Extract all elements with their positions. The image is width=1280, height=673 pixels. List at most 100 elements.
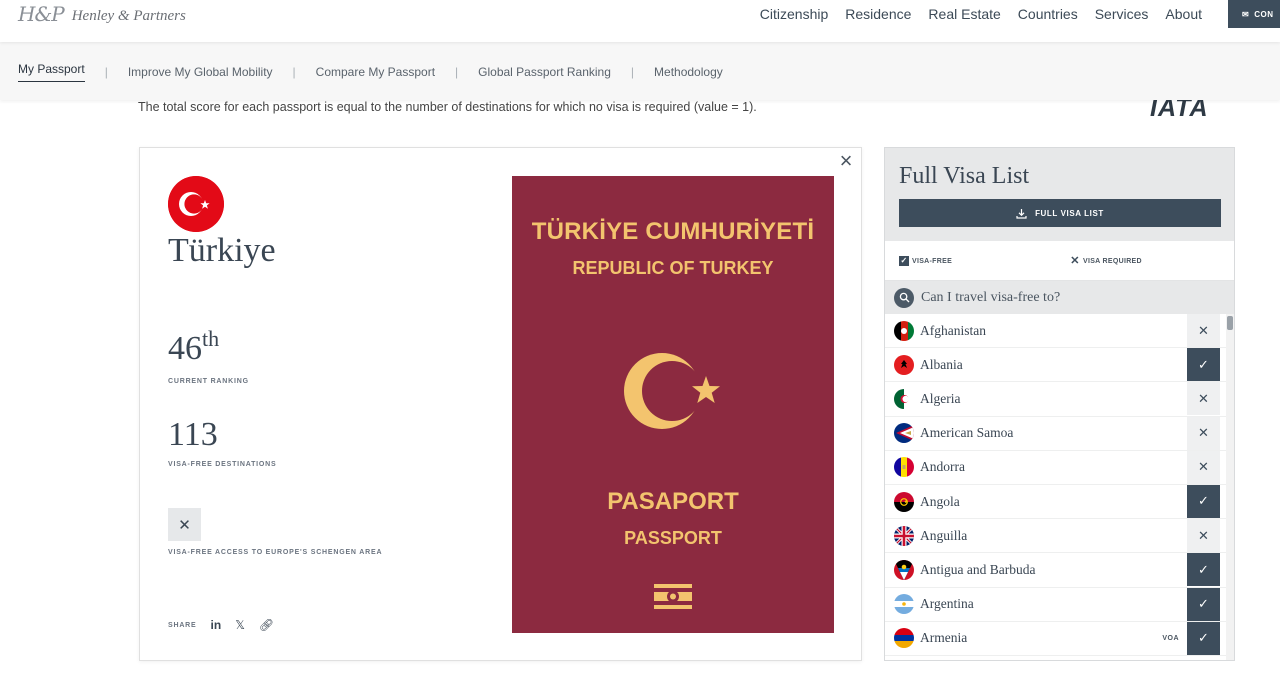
destination-search-input[interactable] <box>921 289 1201 306</box>
andorra-flag-icon <box>894 457 914 478</box>
visa-list-panel: Full Visa List FULL VISA LIST ✓ VISA-FRE… <box>884 147 1235 661</box>
share-bar: SHARE in 𝕏 🔗︎ <box>168 618 274 632</box>
antigua-and-barbuda-flag-icon <box>894 559 914 580</box>
logo-text: Henley & Partners <box>71 7 186 24</box>
share-label: SHARE <box>168 621 197 629</box>
argentina-flag-icon <box>894 594 914 615</box>
list-item[interactable]: Argentina ✓ <box>885 587 1228 622</box>
visa-free-icon: ✓ <box>1187 484 1220 518</box>
afghanistan-flag-icon <box>894 320 914 341</box>
visa-free-icon: ✓ <box>1187 587 1220 621</box>
list-item[interactable]: Afghanistan ✕ <box>885 314 1228 349</box>
download-icon <box>1016 208 1027 219</box>
list-item[interactable]: Angola ✓ <box>885 484 1228 520</box>
link-icon[interactable]: 🔗︎ <box>259 618 274 632</box>
main-nav: Citizenship Residence Real Estate Countr… <box>743 6 1202 22</box>
country-list: Afghanistan ✕ Albania ✓ Algeria ✕ Americ… <box>885 314 1228 660</box>
list-item[interactable]: Antigua and Barbuda ✓ <box>885 553 1228 588</box>
list-item[interactable]: American Samoa ✕ <box>885 416 1228 451</box>
x-icon: ✕ <box>1070 255 1080 267</box>
passport-card: × Türkiye 46th CURRENT RANKING 113 VISA-… <box>139 147 862 661</box>
algeria-flag-icon <box>894 388 914 409</box>
nav-services[interactable]: Services <box>1095 6 1149 22</box>
armenia-flag-icon <box>894 628 914 649</box>
subnav-compare-passport[interactable]: | Compare My Passport <box>273 62 436 82</box>
nav-about[interactable]: About <box>1165 6 1202 22</box>
country-name: Afghanistan <box>920 322 986 338</box>
country-name: Algeria <box>920 390 961 406</box>
nav-citizenship[interactable]: Citizenship <box>760 6 828 22</box>
angola-flag-icon <box>894 491 914 512</box>
close-icon[interactable]: × <box>835 150 857 172</box>
subnav-improve-mobility[interactable]: | Improve My Global Mobility <box>85 62 273 82</box>
cover-line-4: PASSPORT <box>624 528 722 548</box>
subnav-methodology[interactable]: | Methodology <box>611 62 723 82</box>
country-name: Albania <box>920 356 963 372</box>
anguilla-flag-icon <box>894 525 914 546</box>
download-label: FULL VISA LIST <box>1035 208 1104 218</box>
download-visa-list-button[interactable]: FULL VISA LIST <box>899 199 1221 227</box>
country-name: American Samoa <box>920 425 1014 441</box>
logo-mark: H&P <box>18 2 65 26</box>
ranking-label: CURRENT RANKING <box>168 378 249 385</box>
subnav-my-passport[interactable]: My Passport <box>18 62 85 82</box>
legend: ✓ VISA-FREE ✕ VISA REQUIRED <box>885 241 1234 281</box>
visa-free-icon: ✓ <box>1187 553 1220 587</box>
country-name: Anguilla <box>920 527 968 543</box>
albania-flag-icon <box>894 354 914 375</box>
score-note: The total score for each passport is equ… <box>138 100 757 114</box>
panel-title: Full Visa List <box>899 163 1030 189</box>
cover-line-1: TÜRKİYE CUMHURİYETİ <box>531 218 815 245</box>
visa-required-icon: ✕ <box>1187 314 1220 347</box>
visa-required-icon: ✕ <box>1187 382 1220 416</box>
visa-required-icon: ✕ <box>1187 416 1220 450</box>
panel-header: Full Visa List FULL VISA LIST <box>885 148 1234 241</box>
x-twitter-icon[interactable]: 𝕏 <box>235 618 245 632</box>
visa-free-icon: ✓ <box>1187 348 1220 382</box>
biometric-chip-icon <box>654 584 692 609</box>
top-header: H&P Henley & Partners Citizenship Reside… <box>0 0 1280 42</box>
country-name: Andorra <box>920 459 965 475</box>
search-bar <box>885 281 1234 314</box>
american-samoa-flag-icon <box>894 423 914 444</box>
country-name: Argentina <box>920 596 974 612</box>
country-name: Türkiye <box>168 232 276 269</box>
visa-free-label: VISA-FREE DESTINATIONS <box>168 461 277 468</box>
contact-label: CON <box>1254 9 1274 19</box>
mail-icon: ✉ <box>1242 9 1250 19</box>
list-item[interactable]: Andorra ✕ <box>885 450 1228 485</box>
turkey-flag-icon <box>168 176 224 232</box>
cover-line-2: REPUBLIC OF TURKEY <box>572 258 774 278</box>
schengen-status-icon: ✕ <box>168 508 201 541</box>
list-item[interactable]: Armenia VOA ✓ <box>885 621 1228 656</box>
sub-nav: My Passport | Improve My Global Mobility … <box>0 42 1280 100</box>
legend-visa-free: ✓ VISA-FREE <box>899 256 953 266</box>
check-icon: ✓ <box>899 256 909 266</box>
contact-button[interactable]: ✉ CON <box>1228 0 1280 28</box>
list-scrollbar[interactable] <box>1226 314 1234 660</box>
subnav-global-ranking[interactable]: | Global Passport Ranking <box>435 62 611 82</box>
list-item[interactable]: Algeria ✕ <box>885 382 1228 417</box>
nav-residence[interactable]: Residence <box>845 6 911 22</box>
country-name: Antigua and Barbuda <box>920 561 1036 577</box>
country-name: Armenia <box>920 630 968 646</box>
nav-countries[interactable]: Countries <box>1018 6 1078 22</box>
nav-real-estate[interactable]: Real Estate <box>928 6 1000 22</box>
current-ranking: 46th <box>168 326 220 367</box>
search-icon[interactable] <box>894 287 914 308</box>
site-logo[interactable]: H&P Henley & Partners <box>18 2 186 26</box>
visa-note: VOA <box>1162 634 1179 642</box>
cover-line-3: PASAPORT <box>607 488 739 515</box>
visa-required-icon: ✕ <box>1187 450 1220 484</box>
passport-cover-image: TÜRKİYE CUMHURİYETİ REPUBLIC OF TURKEY P… <box>512 176 834 633</box>
list-item[interactable]: Albania ✓ <box>885 348 1228 383</box>
schengen-label: VISA-FREE ACCESS TO EUROPE'S SCHENGEN AR… <box>168 549 383 556</box>
list-scrollbar-thumb[interactable] <box>1227 316 1233 330</box>
linkedin-icon[interactable]: in <box>211 618 222 632</box>
country-name: Angola <box>920 493 960 509</box>
visa-free-count: 113 <box>168 416 218 453</box>
visa-required-icon: ✕ <box>1187 519 1220 553</box>
legend-visa-required: ✕ VISA REQUIRED <box>1070 255 1142 267</box>
crescent-star-emblem-icon <box>624 353 720 429</box>
list-item[interactable]: Anguilla ✕ <box>885 519 1228 554</box>
